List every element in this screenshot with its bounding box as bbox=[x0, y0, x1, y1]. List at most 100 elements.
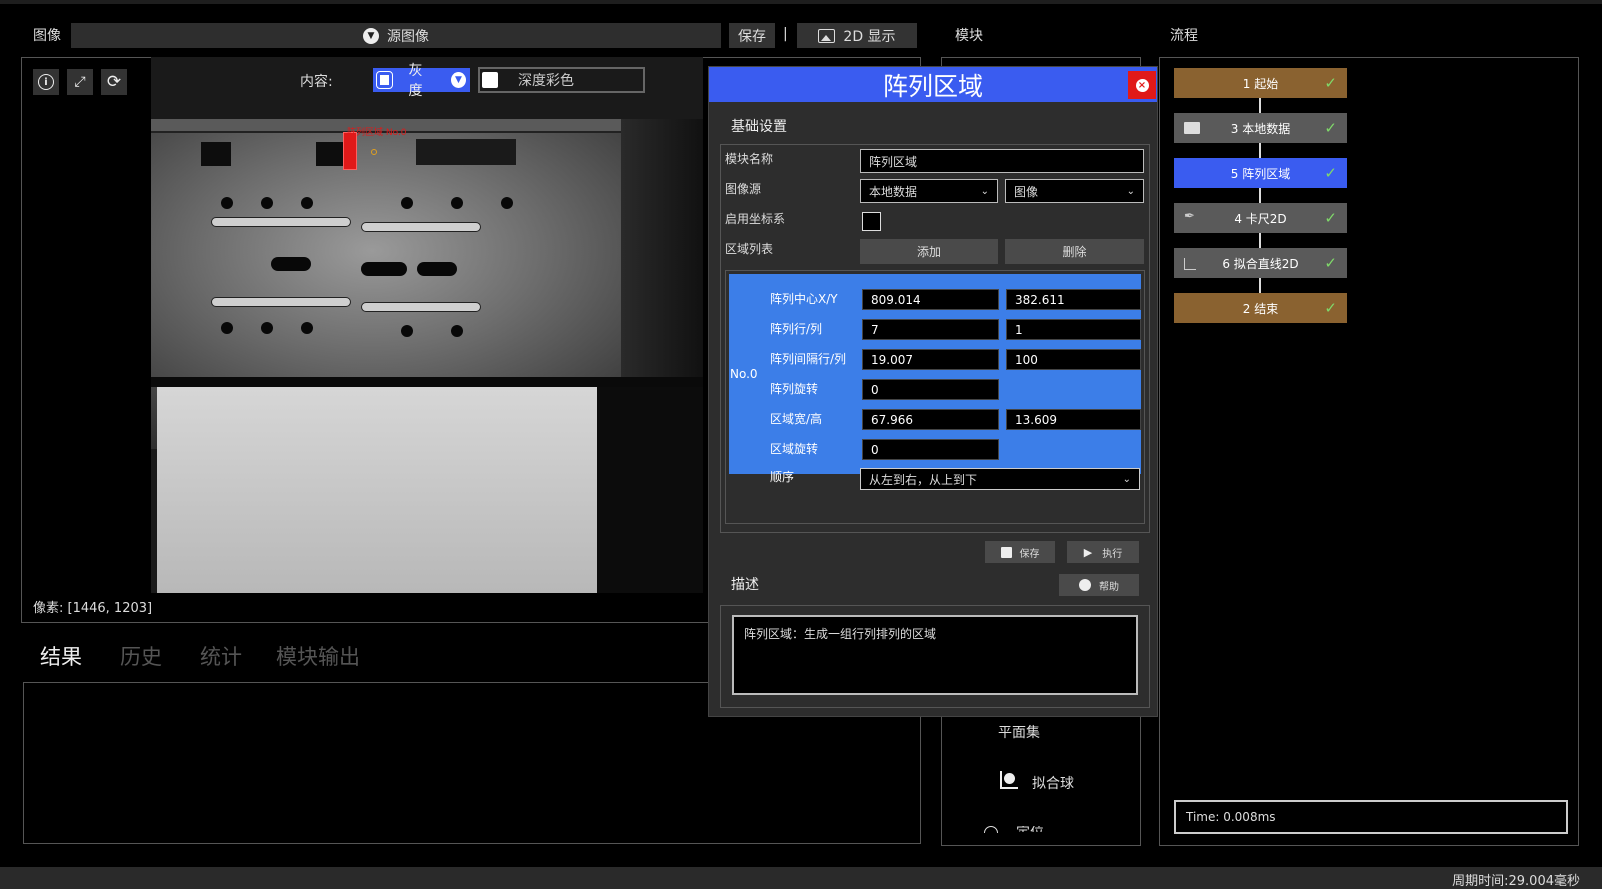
image-source-select[interactable]: ▼ 源图像 bbox=[71, 23, 721, 48]
flow-panel-title: 流程 bbox=[1170, 28, 1198, 44]
flow-node-start[interactable]: 1 起始 ✓ bbox=[1174, 68, 1347, 98]
enable-coord-checkbox[interactable] bbox=[862, 212, 881, 231]
region-rotation-input[interactable]: 0 bbox=[862, 439, 999, 460]
pixel-info: 像素: [1446, 1203] bbox=[33, 601, 153, 616]
description-header: 描述 bbox=[731, 577, 759, 593]
image-source-1-value: 本地数据 bbox=[869, 184, 918, 199]
center-x-input[interactable]: 809.014 bbox=[862, 289, 999, 310]
module-panel-title: 模块 bbox=[955, 28, 983, 44]
module-item-fit-sphere[interactable]: 拟合球 bbox=[1032, 773, 1074, 793]
check-icon: ✓ bbox=[1324, 74, 1337, 92]
run-label: 执行 bbox=[1102, 548, 1123, 560]
close-button[interactable]: × bbox=[1128, 71, 1156, 99]
depth-checkbox[interactable] bbox=[482, 72, 498, 88]
delete-region-button[interactable]: 删除 bbox=[1005, 239, 1144, 264]
locate-icon bbox=[984, 826, 998, 833]
order-combo[interactable]: 从左到右，从上到下 ⌄ bbox=[860, 468, 1140, 490]
depth-label: 深度彩色 bbox=[518, 73, 574, 89]
info-icon[interactable]: i bbox=[33, 69, 59, 95]
dialog-save-button[interactable]: 保存 bbox=[985, 541, 1055, 563]
gray-label: 灰度 bbox=[408, 63, 423, 99]
center-y-input[interactable]: 382.611 bbox=[1006, 289, 1141, 310]
dialog-title: 阵列区域 bbox=[882, 71, 983, 101]
spacing-col-input[interactable]: 100 bbox=[1006, 349, 1141, 370]
help-button[interactable]: 帮助 bbox=[1059, 574, 1139, 596]
module-item-locate[interactable]: 定位 bbox=[1016, 826, 1056, 832]
flow-node-label: 6 拟合直线2D bbox=[1222, 256, 1299, 271]
refresh-icon[interactable]: ⟳ bbox=[101, 69, 127, 95]
image-source-label: 源图像 bbox=[387, 28, 429, 45]
flow-time-box: Time: 0.008ms bbox=[1174, 800, 1568, 834]
order-label: 顺序 bbox=[770, 470, 795, 484]
image-source-combo-1[interactable]: 本地数据 ⌄ bbox=[860, 179, 998, 203]
region-id: No.0 bbox=[730, 367, 758, 381]
flow-node-end[interactable]: 2 结束 ✓ bbox=[1174, 293, 1347, 323]
add-region-button[interactable]: 添加 bbox=[860, 239, 998, 264]
dialog-save-label: 保存 bbox=[1019, 548, 1040, 560]
check-icon: ✓ bbox=[1324, 119, 1337, 137]
order-value: 从左到右，从上到下 bbox=[869, 472, 978, 487]
image-icon bbox=[818, 28, 836, 43]
help-label: 帮助 bbox=[1099, 581, 1119, 593]
basic-settings-header: 基础设置 bbox=[731, 119, 787, 135]
gray-checkbox[interactable] bbox=[375, 71, 394, 89]
run-button[interactable]: ▶ 执行 bbox=[1067, 541, 1139, 563]
play-icon: ▶ bbox=[1083, 545, 1093, 559]
array-rotation-label: 阵列旋转 bbox=[770, 382, 819, 396]
check-icon: ✓ bbox=[1324, 299, 1337, 317]
image-source-combo-2[interactable]: 图像 ⌄ bbox=[1005, 179, 1144, 203]
check-icon: ✓ bbox=[1324, 254, 1337, 272]
chevron-down-icon: ▼ bbox=[363, 27, 379, 44]
chevron-down-icon: ⌄ bbox=[1126, 185, 1135, 197]
flow-node-caliper-2d[interactable]: ✒ 4 卡尺2D ✓ bbox=[1174, 203, 1347, 233]
chevron-down-icon: ▼ bbox=[450, 72, 466, 88]
roi-tag: 阵列区域 No.0 bbox=[347, 128, 407, 138]
cols-input[interactable]: 1 bbox=[1006, 319, 1141, 340]
image-save-button[interactable]: 保存 bbox=[729, 23, 775, 48]
fit-sphere-icon bbox=[1000, 771, 1018, 789]
region-list-label: 区域列表 bbox=[725, 242, 774, 256]
close-icon: × bbox=[1135, 78, 1149, 92]
flow-node-local-data[interactable]: 3 本地数据 ✓ bbox=[1174, 113, 1347, 143]
chevron-down-icon: ⌄ bbox=[1122, 473, 1131, 485]
image-source-label: 图像源 bbox=[725, 182, 762, 196]
image-source-2-value: 图像 bbox=[1014, 184, 1039, 199]
2d-display-button[interactable]: 2D 显示 bbox=[797, 23, 917, 48]
region-height-input[interactable]: 13.609 bbox=[1006, 409, 1141, 430]
fit-screen-icon[interactable]: ⤢ bbox=[67, 69, 93, 95]
flow-node-label: 4 卡尺2D bbox=[1234, 211, 1287, 226]
toolbar-separator: | bbox=[783, 26, 788, 42]
flow-node-label: 1 起始 bbox=[1242, 76, 1279, 91]
globe-icon bbox=[1079, 579, 1091, 591]
flow-node-label: 3 本地数据 bbox=[1230, 121, 1291, 136]
depth-color-toggle[interactable]: 深度彩色 bbox=[478, 67, 645, 93]
content-label: 内容: bbox=[300, 74, 333, 90]
flow-node-label: 5 阵列区域 bbox=[1230, 166, 1291, 181]
module-name-input[interactable]: 阵列区域 bbox=[860, 149, 1144, 173]
flow-node-fit-line-2d[interactable]: 6 拟合直线2D ✓ bbox=[1174, 248, 1347, 278]
module-group-plane-set[interactable]: 平面集 bbox=[998, 722, 1040, 742]
roi-handle[interactable] bbox=[371, 149, 377, 155]
center-label: 阵列中心X/Y bbox=[770, 292, 838, 306]
save-icon bbox=[1000, 546, 1012, 558]
flow-node-array-region[interactable]: 5 阵列区域 ✓ bbox=[1174, 158, 1347, 188]
description-text: 阵列区域：生成一组行列排列的区域 bbox=[732, 615, 1138, 695]
tab-result[interactable]: 结果 bbox=[40, 641, 82, 671]
folder-icon bbox=[1184, 122, 1200, 134]
tab-module-output[interactable]: 模块输出 bbox=[276, 641, 360, 671]
tab-history[interactable]: 历史 bbox=[120, 641, 162, 671]
spacing-row-input[interactable]: 19.007 bbox=[862, 349, 999, 370]
status-bar bbox=[0, 867, 1602, 889]
module-name-label: 模块名称 bbox=[725, 152, 774, 166]
cycle-time: 周期时间:29.004毫秒 bbox=[1452, 874, 1580, 889]
gray-mode-toggle[interactable]: 灰度 ▼ bbox=[373, 63, 470, 99]
region-wh-label: 区域宽/高 bbox=[770, 412, 823, 426]
region-width-input[interactable]: 67.966 bbox=[862, 409, 999, 430]
2d-display-label: 2D 显示 bbox=[843, 28, 896, 45]
array-rotation-input[interactable]: 0 bbox=[862, 379, 999, 400]
dialog-title-bar[interactable]: 阵列区域 bbox=[709, 67, 1157, 102]
rows-input[interactable]: 7 bbox=[862, 319, 999, 340]
tab-statistics[interactable]: 统计 bbox=[200, 641, 242, 671]
check-icon: ✓ bbox=[1324, 209, 1337, 227]
camera-image[interactable]: 阵列区域 No.0 bbox=[151, 57, 703, 593]
